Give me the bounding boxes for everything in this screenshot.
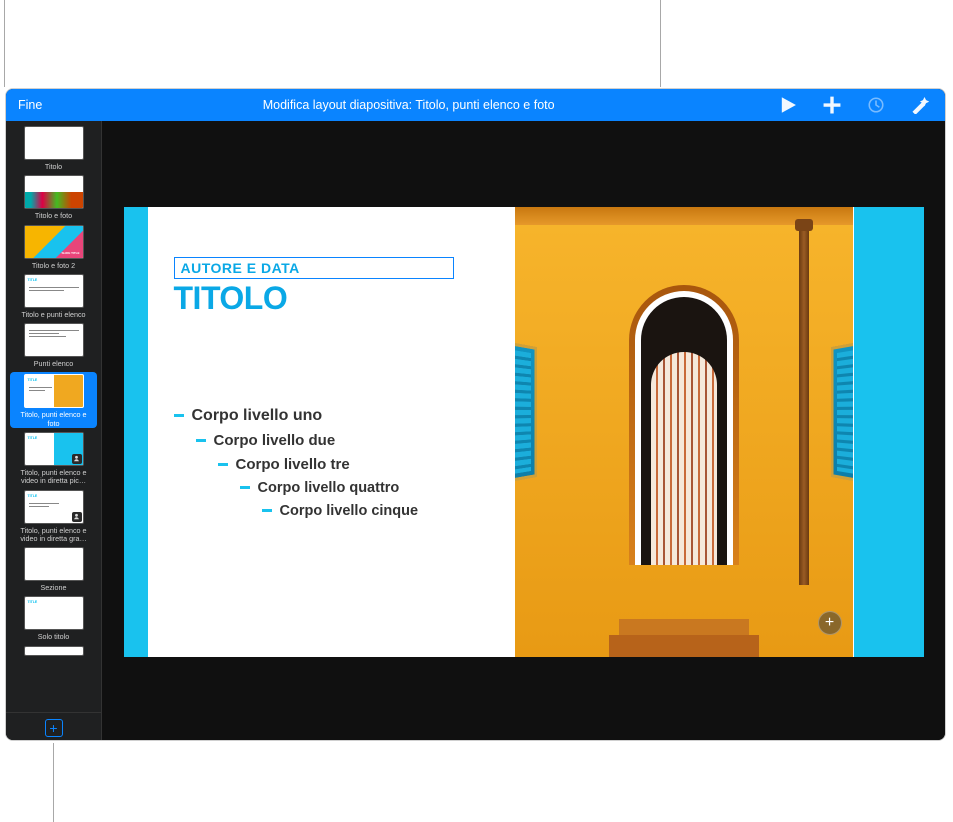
layout-thumb-titolo-punti-elenco-foto[interactable]: TITLE Titolo, punti elenco e foto (10, 372, 97, 428)
placeholder-photo (515, 207, 854, 657)
layout-thumb-video-diretta-gra[interactable]: TITLE Titolo, punti elenco e video in di… (14, 490, 93, 544)
layout-thumb-punti-elenco[interactable]: Punti elenco (14, 323, 93, 368)
thumb-label: Titolo e foto (14, 212, 93, 220)
thumb-label: Titolo (14, 163, 93, 171)
thumb-label: Solo titolo (14, 633, 93, 641)
bullet-text: Corpo livello quattro (258, 480, 400, 496)
slide-canvas[interactable]: AUTORE E DATA TITOLO Corpo livello uno C… (102, 121, 945, 741)
thumb-label: Titolo e punti elenco (14, 311, 93, 319)
thumb-label: Titolo, punti elenco e foto (14, 411, 93, 428)
thumb-label: Punti elenco (14, 360, 93, 368)
add-layout-button[interactable]: + (45, 719, 63, 737)
layout-thumb-partial[interactable] (14, 646, 93, 656)
bullet-text: Corpo livello uno (192, 407, 323, 425)
plus-icon: + (825, 614, 834, 632)
slide: AUTORE E DATA TITOLO Corpo livello uno C… (124, 207, 924, 657)
layout-thumb-titolo-e-foto-2[interactable]: SLIDE TITLE Titolo e foto 2 (14, 225, 93, 270)
thumb-label: Titolo, punti elenco e video in diretta … (14, 469, 93, 486)
thumb-label: Sezione (14, 584, 93, 592)
slide-layout-sidebar: PRESENTATION TITLE Titolo PRESENTATION T… (6, 121, 102, 741)
layout-thumb-titolo-e-punti-elenco[interactable]: TITLE Titolo e punti elenco (14, 274, 93, 319)
layout-thumb-sezione[interactable]: SECTION TITLE Sezione (14, 547, 93, 592)
done-button[interactable]: Fine (6, 98, 54, 112)
plus-icon: + (49, 721, 57, 735)
toolbar-title: Modifica layout diapositiva: Titolo, pun… (54, 98, 763, 112)
bullet-text: Corpo livello tre (236, 456, 350, 473)
image-placeholder[interactable] (515, 207, 854, 657)
arrow-circle-icon[interactable] (867, 96, 885, 114)
play-icon[interactable] (779, 96, 797, 114)
callout-line (4, 0, 5, 87)
bullet-icon (196, 439, 206, 442)
bullet-icon (174, 414, 184, 417)
layout-thumb-solo-titolo[interactable]: TITLE Solo titolo (14, 596, 93, 641)
person-icon (72, 512, 82, 522)
thumb-label: Titolo e foto 2 (14, 262, 93, 270)
plus-icon[interactable] (823, 96, 841, 114)
body-placeholder[interactable]: Corpo livello uno Corpo livello due Corp… (174, 407, 497, 519)
add-media-button[interactable]: + (818, 611, 842, 635)
wand-icon[interactable] (911, 96, 929, 114)
callout-line (53, 743, 54, 822)
bullet-text: Corpo livello cinque (280, 503, 419, 519)
person-icon (72, 454, 82, 464)
app-window: Fine Modifica layout diapositiva: Titolo… (5, 88, 946, 741)
bullet-icon (218, 463, 228, 466)
layout-thumb-video-diretta-pic[interactable]: TITLE Titolo, punti elenco e video in di… (14, 432, 93, 486)
toolbar: Fine Modifica layout diapositiva: Titolo… (6, 89, 945, 121)
bullet-icon (262, 509, 272, 512)
layout-thumb-titolo-e-foto[interactable]: PRESENTATION TITLE Titolo e foto (14, 175, 93, 220)
layout-thumb-titolo[interactable]: PRESENTATION TITLE Titolo (14, 126, 93, 171)
bullet-icon (240, 486, 250, 489)
bullet-text: Corpo livello due (214, 432, 336, 449)
callout-line (660, 0, 661, 87)
thumb-label: Titolo, punti elenco e video in diretta … (14, 527, 93, 544)
author-date-placeholder[interactable]: AUTORE E DATA (174, 257, 454, 279)
title-placeholder[interactable]: TITOLO (174, 280, 497, 317)
